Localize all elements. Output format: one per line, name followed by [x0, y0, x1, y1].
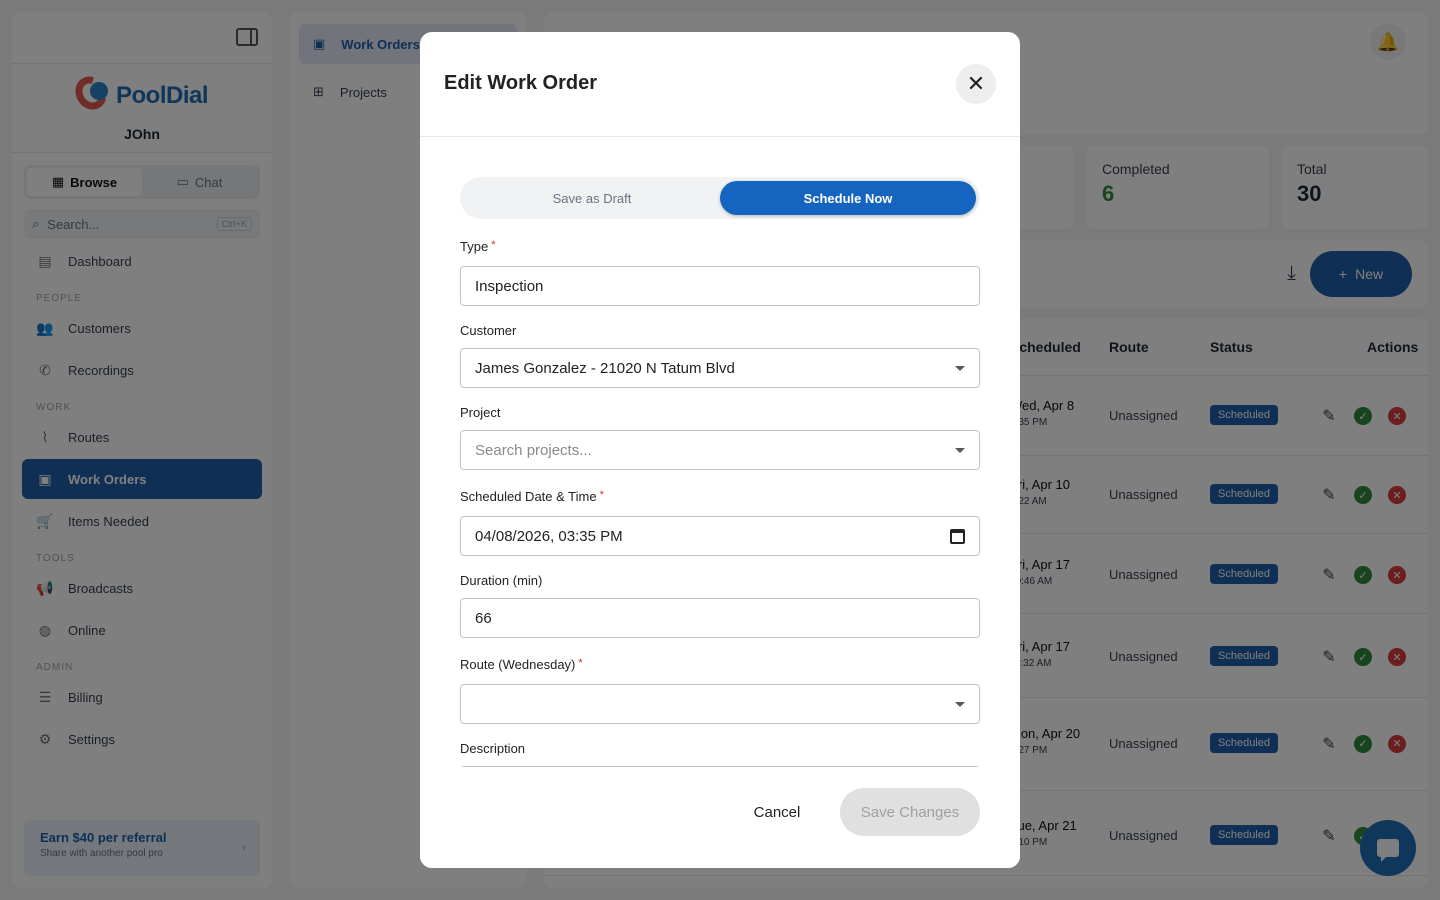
description-textarea[interactable]: [460, 766, 980, 767]
save-as-draft-option[interactable]: Save as Draft: [464, 181, 720, 215]
scheduled-value: 04/08/2026, 03:35 PM: [475, 527, 623, 545]
customer-value: James Gonzalez - 21020 N Tatum Blvd: [475, 359, 735, 377]
cancel-button[interactable]: Cancel: [734, 788, 820, 836]
project-search-select[interactable]: Search projects...: [460, 430, 980, 470]
customer-select[interactable]: James Gonzalez - 21020 N Tatum Blvd: [460, 348, 980, 388]
scheduled-label: Scheduled Date & Time *: [460, 489, 604, 504]
close-button[interactable]: ✕: [956, 64, 996, 104]
duration-value: 66: [475, 609, 492, 627]
dropdown-arrow-icon: [955, 366, 965, 371]
required-mark: *: [578, 657, 583, 669]
type-value: Inspection: [475, 277, 544, 295]
project-placeholder: Search projects...: [475, 441, 592, 459]
required-mark: *: [491, 239, 496, 251]
dialog-footer: Cancel Save Changes: [420, 768, 1020, 868]
project-label: Project: [460, 405, 501, 420]
dialog-body: Save as Draft Schedule Now Type * Inspect…: [460, 137, 980, 767]
dialog-title: Edit Work Order: [444, 72, 597, 94]
type-label-text: Type: [460, 239, 489, 254]
route-select[interactable]: [460, 684, 980, 724]
route-label-text: Route (Wednesday): [460, 657, 576, 672]
customer-label: Customer: [460, 323, 517, 338]
route-label: Route (Wednesday) *: [460, 657, 583, 672]
save-changes-button[interactable]: Save Changes: [840, 788, 980, 836]
dropdown-arrow-icon: [955, 448, 965, 453]
type-label: Type *: [460, 239, 495, 254]
duration-input[interactable]: 66: [460, 598, 980, 638]
type-field[interactable]: Inspection: [460, 266, 980, 306]
schedule-now-option[interactable]: Schedule Now: [720, 181, 976, 215]
scheduled-label-text: Scheduled Date & Time: [460, 489, 597, 504]
dropdown-arrow-icon: [955, 702, 965, 707]
close-icon: ✕: [966, 71, 986, 96]
scheduled-datetime-input[interactable]: 04/08/2026, 03:35 PM: [460, 516, 980, 556]
description-label: Description: [460, 741, 526, 756]
dialog-header: Edit Work Order ✕: [420, 32, 1020, 137]
duration-label: Duration (min): [460, 573, 543, 588]
required-mark: *: [599, 489, 604, 501]
schedule-mode-toggle: Save as Draft Schedule Now: [460, 177, 980, 219]
calendar-icon[interactable]: [950, 529, 965, 544]
edit-work-order-dialog: Edit Work Order ✕ Save as Draft Schedule…: [420, 32, 1020, 868]
